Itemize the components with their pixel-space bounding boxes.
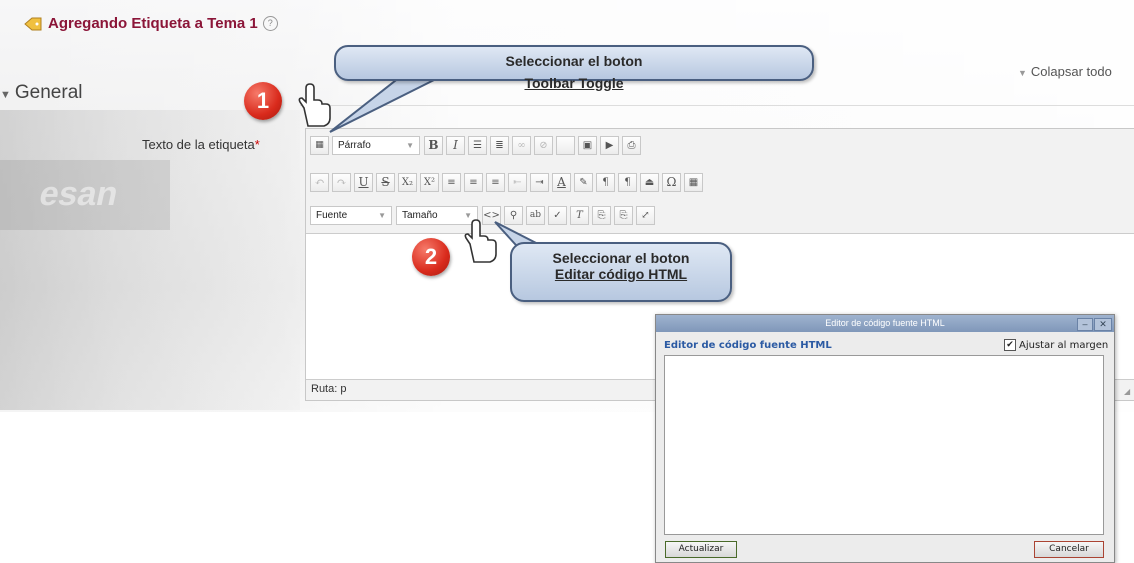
- dialog-titlebar[interactable]: Editor de código fuente HTML: [656, 315, 1114, 332]
- hand-pointer-icon: [464, 219, 497, 263]
- wrap-checkbox-row[interactable]: ✔ Ajustar al margen: [1004, 339, 1108, 351]
- callout-step-1: Seleccionar el boton Toolbar Toggle: [334, 45, 814, 91]
- html-source-textarea[interactable]: [664, 355, 1104, 535]
- callout-step-2: Seleccionar el boton Editar código HTML: [510, 242, 732, 302]
- step-2-badge: 2: [412, 238, 450, 276]
- step-1-badge: 1: [244, 82, 282, 120]
- cancel-button[interactable]: Cancelar: [1034, 541, 1104, 558]
- dialog-heading: Editor de código fuente HTML: [664, 340, 832, 351]
- hand-pointer-icon: [298, 83, 331, 127]
- close-icon[interactable]: ✕: [1094, 318, 1112, 331]
- wrap-checkbox[interactable]: ✔: [1004, 339, 1016, 351]
- update-button[interactable]: Actualizar: [665, 541, 737, 558]
- minimize-icon[interactable]: –: [1077, 318, 1093, 331]
- html-source-dialog[interactable]: Editor de código fuente HTML – ✕ Editor …: [655, 314, 1115, 563]
